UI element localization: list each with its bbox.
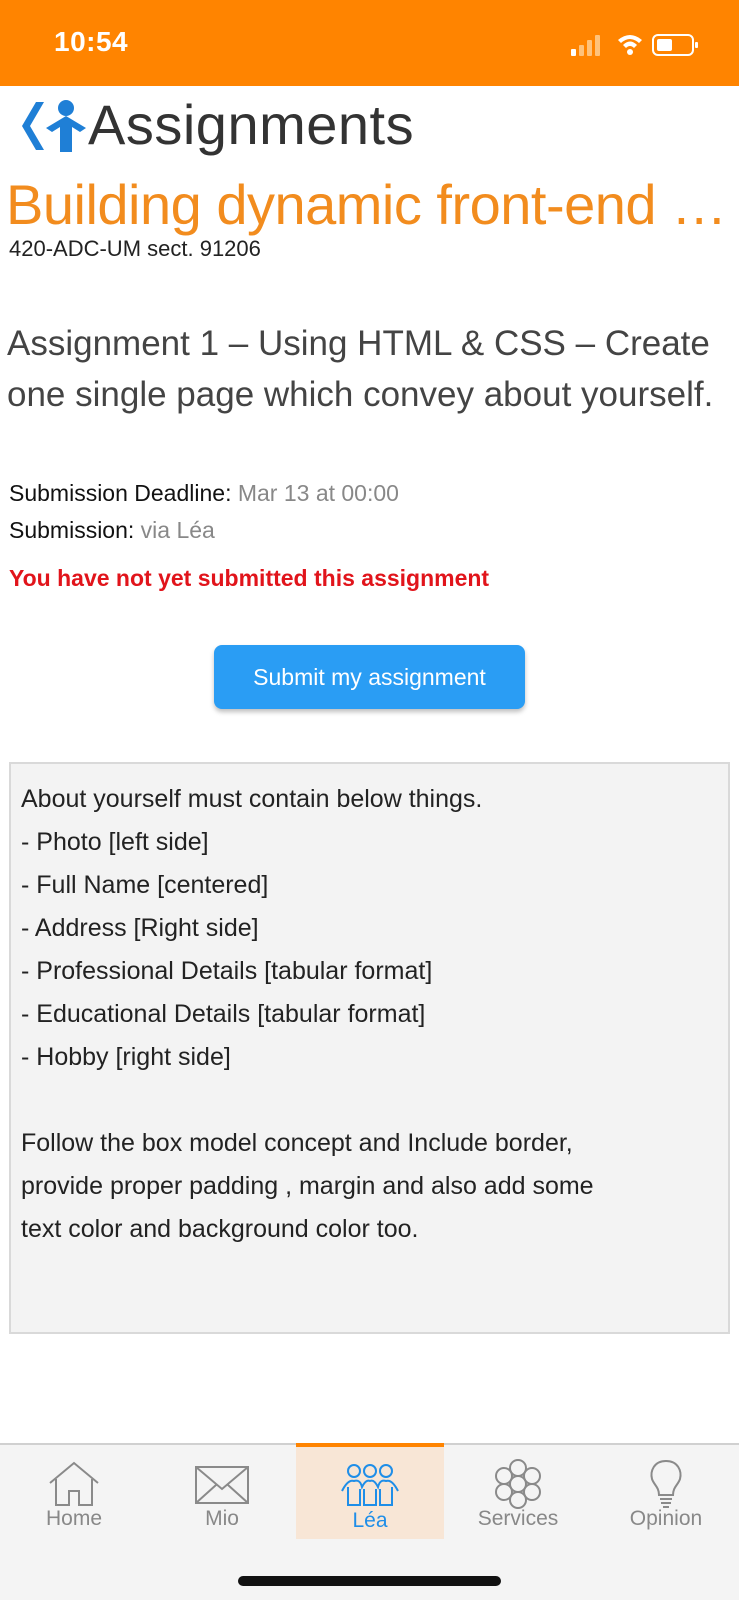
tab-label: Opinion (629, 1507, 703, 1530)
description-line: - Full Name [centered] (21, 871, 269, 899)
home-indicator-area (0, 1539, 739, 1600)
tab-label: Léa (352, 1509, 388, 1532)
tab-label: Services (477, 1507, 559, 1530)
assignment-description: About yourself must contain below things… (9, 762, 730, 1334)
back-person-icon[interactable] (16, 98, 86, 154)
description-line: - Educational Details [tabular format] (21, 1000, 426, 1028)
description-line: text color and background color too. (21, 1215, 419, 1243)
tab-services[interactable]: Services (444, 1445, 592, 1541)
submission-warning: You have not yet submitted this assignme… (9, 565, 490, 591)
tab-label: Mio (205, 1507, 239, 1530)
submission-label: Submission: (9, 517, 135, 543)
status-bar: 10:54 (0, 0, 739, 86)
tab-opinion[interactable]: Opinion (592, 1445, 739, 1541)
course-code: 420-ADC-UM sect. 91206 (9, 236, 261, 261)
tab-home[interactable]: Home (0, 1445, 148, 1541)
description-line: - Photo [left side] (21, 828, 209, 856)
submission-value: via Léa (140, 517, 215, 543)
submit-assignment-button[interactable]: Submit my assignment (214, 645, 525, 709)
status-icons (571, 34, 698, 56)
signal-icon (571, 35, 600, 56)
home-icon (49, 1461, 99, 1506)
description-line: Follow the box model concept and Include… (21, 1129, 573, 1157)
description-line: - Address [Right side] (21, 914, 259, 942)
description-line: - Professional Details [tabular format] (21, 957, 433, 985)
tab-mio[interactable]: Mio (148, 1445, 296, 1541)
tab-lea[interactable]: Léa (296, 1443, 444, 1541)
nav-header: Assignments (0, 86, 739, 176)
wifi-icon (618, 35, 642, 55)
description-line: - Hobby [right side] (21, 1043, 231, 1071)
deadline-label: Submission Deadline: (9, 480, 232, 506)
deadline-value: Mar 13 at 00:00 (237, 480, 399, 506)
tab-bar: Home Mio Léa Services Opinion (0, 1443, 739, 1541)
course-title: Building dynamic front-end … (6, 173, 727, 236)
flower-icon (495, 1459, 541, 1509)
assignment-title: Assignment 1 – Using HTML & CSS – Create… (7, 324, 714, 414)
status-time: 10:54 (54, 26, 129, 57)
description-line: provide proper padding , margin and also… (21, 1172, 594, 1200)
people-icon (341, 1464, 399, 1506)
description-line: About yourself must contain below things… (21, 785, 483, 813)
home-indicator[interactable] (238, 1576, 501, 1586)
deadline-row: Submission Deadline: Mar 13 at 00:00 (9, 480, 399, 507)
tab-label: Home (45, 1507, 103, 1530)
submission-row: Submission: via Léa (9, 517, 215, 544)
battery-icon (652, 34, 698, 56)
lightbulb-icon (650, 1459, 682, 1508)
page-title: Assignments (88, 93, 415, 156)
mail-icon (195, 1466, 249, 1504)
description-line (21, 1079, 718, 1122)
